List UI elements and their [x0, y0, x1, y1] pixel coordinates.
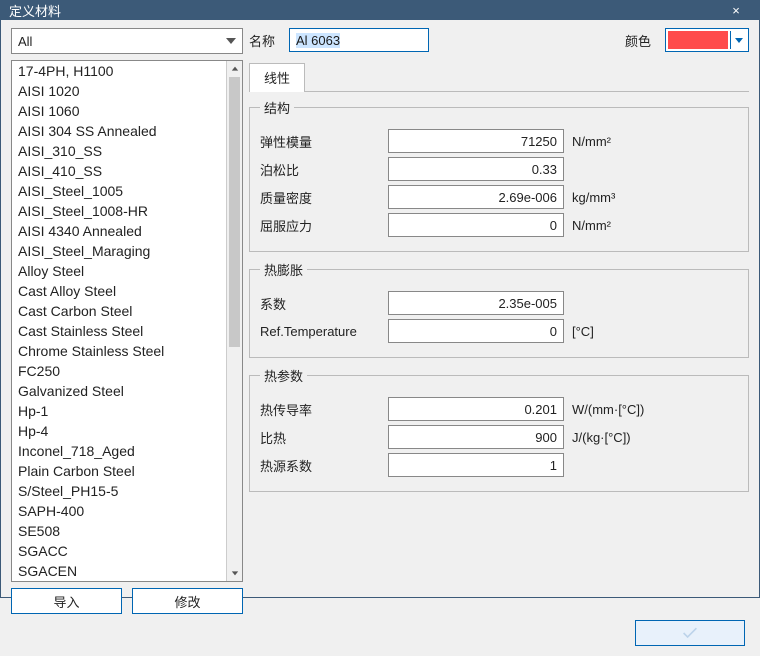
- property-label: 泊松比: [260, 160, 380, 179]
- property-unit: N/mm²: [572, 218, 738, 233]
- property-row: 系数 2.35e-005: [260, 291, 738, 315]
- check-icon: [682, 627, 698, 639]
- property-row: 屈服应力 0 N/mm²: [260, 213, 738, 237]
- group-thermal-exp: 热膨胀 系数 2.35e-005 Ref.Temperature 0 [°C]: [249, 260, 749, 358]
- list-item[interactable]: AISI_310_SS: [12, 141, 226, 161]
- group-structure: 结构 弹性模量 71250 N/mm² 泊松比 0.33 质量密度 2.69e-006 kg/…: [249, 98, 749, 252]
- list-item[interactable]: Cast Carbon Steel: [12, 301, 226, 321]
- titlebar[interactable]: 定义材料 ×: [1, 1, 759, 20]
- group-structure-legend: 结构: [260, 98, 294, 117]
- property-label: 热传导率: [260, 400, 380, 419]
- group-thermal-param: 热参数 热传导率 0.201 W/(mm·[°C]) 比热 900 J/(kg·[°C])…: [249, 366, 749, 492]
- property-input[interactable]: 0: [388, 213, 564, 237]
- color-swatch-preview: [668, 31, 728, 49]
- list-item[interactable]: FC250: [12, 361, 226, 381]
- list-item[interactable]: Inconel_718_Aged: [12, 441, 226, 461]
- property-input[interactable]: 0: [388, 319, 564, 343]
- property-label: 比热: [260, 428, 380, 447]
- list-item[interactable]: S/Steel_PH15-5: [12, 481, 226, 501]
- property-unit: kg/mm³: [572, 190, 738, 205]
- list-item[interactable]: SGACC: [12, 541, 226, 561]
- property-label: 弹性模量: [260, 132, 380, 151]
- property-label: 屈服应力: [260, 216, 380, 235]
- name-label: 名称: [249, 31, 275, 50]
- list-item[interactable]: SE508: [12, 521, 226, 541]
- property-row: 热源系数 1: [260, 453, 738, 477]
- list-item[interactable]: Cast Alloy Steel: [12, 281, 226, 301]
- property-unit: W/(mm·[°C]): [572, 402, 738, 417]
- import-button[interactable]: 导入: [11, 588, 122, 614]
- name-input[interactable]: Al 6063: [289, 28, 429, 52]
- list-item[interactable]: SGACEN: [12, 561, 226, 581]
- listbox-scrollbar[interactable]: [226, 61, 242, 581]
- category-value: All: [18, 34, 32, 49]
- group-thermal-exp-legend: 热膨胀: [260, 260, 307, 279]
- list-item[interactable]: AISI_410_SS: [12, 161, 226, 181]
- property-label: 热源系数: [260, 456, 380, 475]
- property-row: 泊松比 0.33: [260, 157, 738, 181]
- property-input[interactable]: 71250: [388, 129, 564, 153]
- property-input[interactable]: 900: [388, 425, 564, 449]
- tab-linear[interactable]: 线性: [249, 63, 305, 92]
- ok-button[interactable]: [635, 620, 745, 646]
- window-title: 定义材料: [9, 1, 61, 20]
- property-row: 质量密度 2.69e-006 kg/mm³: [260, 185, 738, 209]
- property-row: 比热 900 J/(kg·[°C]): [260, 425, 738, 449]
- list-item[interactable]: 17-4PH, H1100: [12, 61, 226, 81]
- property-input[interactable]: 0.201: [388, 397, 564, 421]
- scroll-thumb[interactable]: [229, 77, 240, 347]
- list-item[interactable]: Plain Carbon Steel: [12, 461, 226, 481]
- list-item[interactable]: AISI_Steel_1008-HR: [12, 201, 226, 221]
- name-value: Al 6063: [296, 33, 340, 48]
- property-label: 系数: [260, 294, 380, 313]
- property-unit: J/(kg·[°C]): [572, 430, 738, 445]
- modify-button[interactable]: 修改: [132, 588, 243, 614]
- property-input[interactable]: 1: [388, 453, 564, 477]
- list-item[interactable]: Hp-1: [12, 401, 226, 421]
- list-item[interactable]: SAPH-400: [12, 501, 226, 521]
- chevron-down-icon: [735, 38, 743, 43]
- category-dropdown[interactable]: All: [11, 28, 243, 54]
- property-input[interactable]: 2.35e-005: [388, 291, 564, 315]
- list-item[interactable]: AISI_Steel_1005: [12, 181, 226, 201]
- close-icon[interactable]: ×: [721, 3, 751, 18]
- property-row: 热传导率 0.201 W/(mm·[°C]): [260, 397, 738, 421]
- property-input[interactable]: 0.33: [388, 157, 564, 181]
- material-listbox[interactable]: 17-4PH, H1100AISI 1020AISI 1060AISI 304 …: [11, 60, 243, 582]
- list-item[interactable]: AISI 1020: [12, 81, 226, 101]
- property-unit: [°C]: [572, 324, 738, 339]
- property-row: Ref.Temperature 0 [°C]: [260, 319, 738, 343]
- list-item[interactable]: AISI 304 SS Annealed: [12, 121, 226, 141]
- list-item[interactable]: Chrome Stainless Steel: [12, 341, 226, 361]
- group-thermal-param-legend: 热参数: [260, 366, 307, 385]
- define-material-dialog: 定义材料 × All 17-4PH, H1100AISI 1020AISI 10…: [0, 0, 760, 598]
- property-row: 弹性模量 71250 N/mm²: [260, 129, 738, 153]
- color-label: 颜色: [625, 31, 651, 50]
- chevron-down-icon: [226, 38, 236, 44]
- list-item[interactable]: Galvanized Steel: [12, 381, 226, 401]
- list-item[interactable]: AISI 1060: [12, 101, 226, 121]
- scroll-down-icon[interactable]: [227, 565, 242, 581]
- list-item[interactable]: AISI 4340 Annealed: [12, 221, 226, 241]
- property-label: Ref.Temperature: [260, 324, 380, 339]
- scroll-up-icon[interactable]: [227, 61, 242, 77]
- list-item[interactable]: Alloy Steel: [12, 261, 226, 281]
- property-unit: N/mm²: [572, 134, 738, 149]
- color-picker[interactable]: [665, 28, 749, 52]
- color-dropdown-button[interactable]: [730, 31, 746, 49]
- list-item[interactable]: AISI_Steel_Maraging: [12, 241, 226, 261]
- list-item[interactable]: Hp-4: [12, 421, 226, 441]
- list-item[interactable]: Cast Stainless Steel: [12, 321, 226, 341]
- property-label: 质量密度: [260, 188, 380, 207]
- tab-bar: 线性: [249, 62, 749, 92]
- property-input[interactable]: 2.69e-006: [388, 185, 564, 209]
